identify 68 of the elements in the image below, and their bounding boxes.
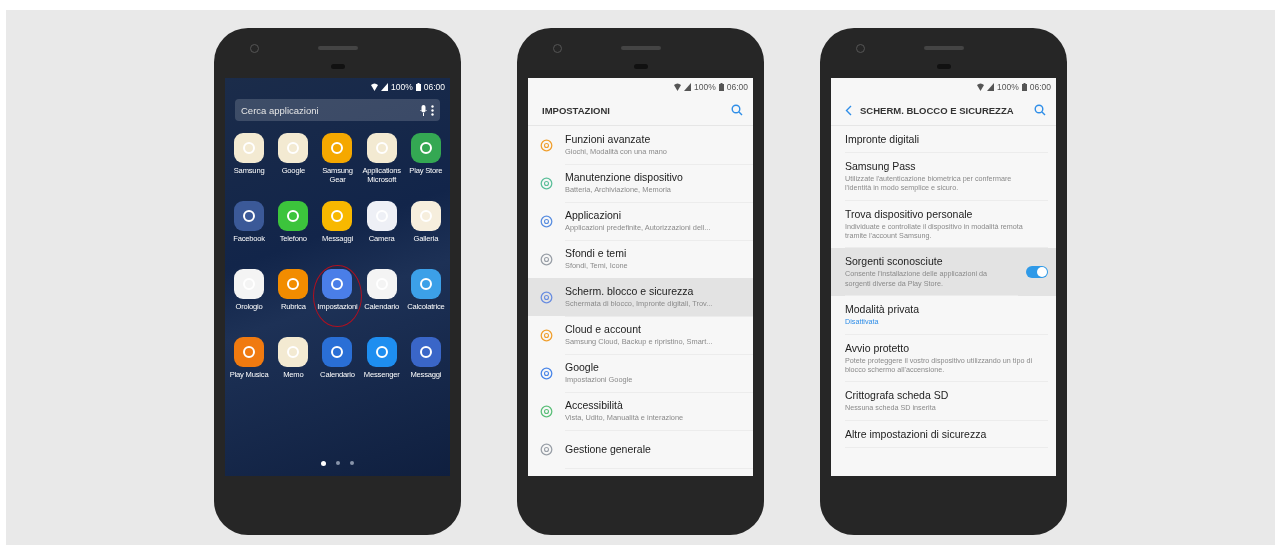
settings-item[interactable]: Altre impostazioni di sicurezza (831, 420, 1056, 448)
app-icon[interactable] (366, 201, 397, 231)
item-title: Sfondi e temi (565, 247, 628, 259)
search-field[interactable]: Cerca applicazioni (241, 104, 416, 116)
toggle-switch[interactable] (1026, 266, 1048, 279)
item-title: Gestione generale (565, 442, 652, 455)
battery-icon (1021, 82, 1027, 91)
app-icon[interactable] (278, 201, 309, 231)
wifi-icon (673, 82, 681, 91)
app-icon[interactable] (366, 269, 397, 299)
item-title: Avvio protetto (845, 341, 910, 354)
search-icon[interactable] (1034, 104, 1046, 116)
battery-icon (718, 82, 724, 91)
app-icon[interactable] (322, 133, 353, 163)
signal-icon (380, 82, 388, 91)
back-icon[interactable] (845, 104, 852, 116)
settings-item[interactable]: Impronte digitali (831, 126, 1056, 153)
page-indicator-dot[interactable] (321, 461, 326, 466)
app-icon[interactable] (234, 201, 265, 231)
page-indicator-dot[interactable] (336, 461, 340, 465)
app-icon[interactable] (322, 337, 353, 367)
battery-icon (415, 82, 421, 91)
screen-title: IMPOSTAZIONI (542, 104, 611, 116)
signal-icon (986, 82, 994, 91)
microphone-icon[interactable] (420, 104, 427, 116)
app-icon[interactable] (234, 337, 265, 367)
screen-title: SCHERM. BLOCCO E SICUREZZA (860, 104, 1015, 116)
item-title: Funzioni avanzate (565, 133, 652, 145)
app-icon[interactable] (234, 133, 265, 163)
app-icon[interactable] (234, 269, 265, 299)
app-icon[interactable] (410, 201, 441, 231)
app-icon[interactable] (366, 337, 397, 367)
app-icon[interactable] (322, 201, 353, 231)
settings-item[interactable]: Gestione generale (528, 430, 753, 468)
item-title: Crittografa scheda SD (845, 389, 950, 402)
item-title: Altre impostazioni di sicurezza (845, 427, 988, 440)
page-indicator-dot[interactable] (350, 461, 354, 465)
battery-level: 100% (996, 81, 1019, 92)
battery-level: 100% (693, 81, 716, 92)
item-title: Modalità privata (845, 303, 921, 316)
app-icon[interactable] (366, 133, 397, 163)
item-title: Sorgenti sconosciute (845, 255, 944, 268)
search-bar[interactable]: Cerca applicazioni (235, 99, 440, 121)
battery-level: 100% (390, 81, 413, 92)
item-title: Samsung Pass (845, 160, 917, 172)
item-title: Cloud e account (565, 323, 642, 335)
app-icon[interactable] (278, 269, 309, 299)
app-icon[interactable] (322, 269, 353, 299)
more-options-icon[interactable] (431, 104, 434, 116)
app-icon[interactable] (410, 337, 441, 367)
wifi-icon (370, 82, 378, 91)
item-title: Google (565, 361, 600, 373)
clock-time: 06:00 (1029, 81, 1051, 92)
app-icon[interactable] (410, 133, 441, 163)
app-icon[interactable] (278, 133, 309, 163)
app-icon[interactable] (410, 269, 441, 299)
item-title: Scherm. blocco e sicurezza (565, 285, 695, 297)
clock-time: 06:00 (423, 81, 445, 92)
signal-icon (683, 82, 691, 91)
item-title: Accessibilità (565, 399, 624, 411)
app-icon[interactable] (278, 337, 309, 367)
item-title: Applicazioni (565, 209, 623, 221)
search-icon[interactable] (731, 104, 743, 116)
clock-time: 06:00 (726, 81, 748, 92)
item-title: Trova dispositivo personale (845, 207, 974, 220)
wifi-icon (976, 82, 984, 91)
item-title: Impronte digitali (845, 133, 921, 145)
item-title: Manutenzione dispositivo (565, 171, 684, 183)
